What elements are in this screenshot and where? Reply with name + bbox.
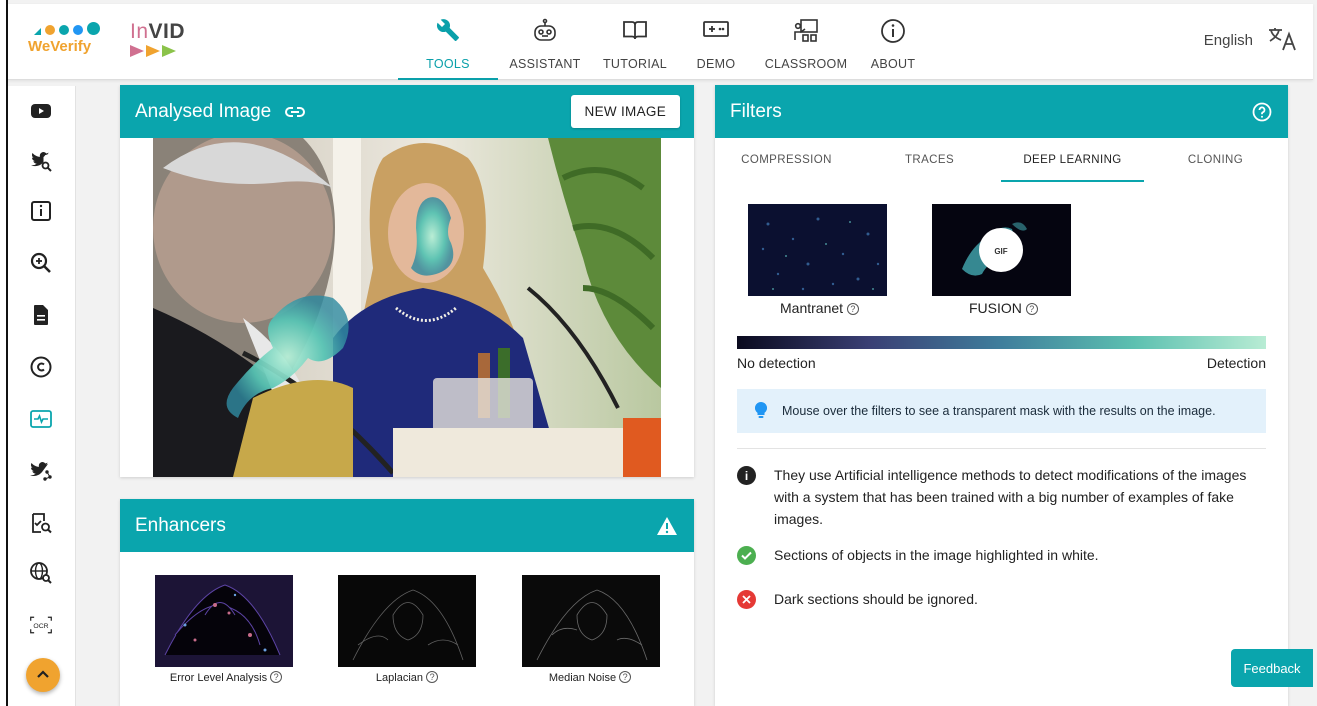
new-image-button[interactable]: NEW IMAGE <box>570 95 680 128</box>
robot-icon <box>531 18 559 50</box>
mantranet-label: Mantranet ? <box>780 300 859 316</box>
twitter-network-icon[interactable] <box>28 458 54 484</box>
filters-panel: Filters COMPRESSION TRACES DEEP LEARNING… <box>715 85 1288 706</box>
language-selector[interactable]: English <box>1204 32 1253 49</box>
invid-logo[interactable]: InVID <box>130 20 185 57</box>
info-row-error: Dark sections should be ignored. <box>737 588 1247 610</box>
help-icon[interactable]: ? <box>846 303 859 315</box>
divider <box>737 448 1266 449</box>
verify-search-icon[interactable] <box>28 510 54 536</box>
main-nav: TOOLS ASSISTANT TUTORIAL DEMO CLASSROOM <box>398 4 928 80</box>
wrench-icon <box>436 18 460 48</box>
info-box-icon[interactable] <box>28 198 54 224</box>
detection-label: Detection <box>1206 355 1266 371</box>
tab-demo-label: DEMO <box>696 57 736 71</box>
tab-tutorial[interactable]: TUTORIAL <box>592 4 678 80</box>
analysed-image-title: Analysed Image <box>135 100 272 122</box>
hint-text: Mouse over the filters to see a transpar… <box>782 404 1216 418</box>
check-circle-icon <box>737 546 756 565</box>
ocr-icon[interactable]: OCR <box>28 612 54 638</box>
tab-demo[interactable]: DEMO <box>678 4 754 80</box>
svg-text:OCR: OCR <box>33 623 48 630</box>
no-detection-label: No detection <box>737 355 816 371</box>
analysed-image-header: Analysed Image NEW IMAGE <box>120 85 694 138</box>
magnifier-icon[interactable] <box>28 250 54 276</box>
twitter-search-icon[interactable] <box>28 148 54 174</box>
analysed-image-panel: Analysed Image NEW IMAGE <box>120 85 694 477</box>
fusion-label: FUSION ? <box>969 300 1038 316</box>
book-icon <box>622 18 648 48</box>
help-icon[interactable]: ? <box>426 671 439 683</box>
info-circle-icon: i <box>737 466 756 485</box>
chevron-up-icon <box>36 666 50 684</box>
tool-rail: OCR <box>8 86 76 706</box>
tab-compression[interactable]: COMPRESSION <box>715 138 858 182</box>
tab-classroom[interactable]: CLASSROOM <box>754 4 858 80</box>
median-noise-thumbnail[interactable] <box>522 575 660 667</box>
tab-assistant[interactable]: ASSISTANT <box>498 4 592 80</box>
help-icon[interactable]: ? <box>619 671 632 683</box>
warning-icon[interactable] <box>656 516 678 536</box>
weverify-dots <box>34 22 108 35</box>
filters-header: Filters <box>715 85 1288 138</box>
scroll-top-button[interactable] <box>26 658 60 692</box>
enhancers-panel: Enhancers Error Level Analysis ? Laplaci… <box>120 499 694 706</box>
error-circle-icon <box>737 590 756 609</box>
fusion-thumbnail[interactable]: GIF <box>932 204 1071 296</box>
ela-label: Error Level Analysis ? <box>146 671 306 684</box>
feedback-button[interactable]: Feedback <box>1231 649 1313 687</box>
gif-badge: GIF <box>994 247 1007 256</box>
info-row-description: i They use Artificial intelligence metho… <box>737 464 1247 530</box>
enhancers-title: Enhancers <box>135 514 226 536</box>
tab-about-label: ABOUT <box>870 57 916 71</box>
hint-banner: Mouse over the filters to see a transpar… <box>737 389 1266 433</box>
analysed-photo <box>153 138 661 477</box>
invid-arrows <box>130 45 185 57</box>
info-row-ok: Sections of objects in the image highlig… <box>737 544 1247 566</box>
ela-thumbnail[interactable] <box>155 575 293 667</box>
tab-about[interactable]: ABOUT <box>858 4 928 80</box>
help-icon[interactable]: ? <box>1025 303 1038 315</box>
document-icon[interactable] <box>28 302 54 328</box>
tab-assistant-label: ASSISTANT <box>509 57 581 71</box>
laplacian-label: Laplacian ? <box>327 671 487 684</box>
tab-tutorial-label: TUTORIAL <box>603 57 667 71</box>
error-text: Dark sections should be ignored. <box>774 591 978 607</box>
tab-tools[interactable]: TOOLS <box>398 4 498 80</box>
mantranet-thumbnail[interactable] <box>748 204 887 296</box>
translate-icon[interactable] <box>1267 26 1297 59</box>
tab-traces[interactable]: TRACES <box>858 138 1001 182</box>
enhancers-header: Enhancers <box>120 499 694 552</box>
help-icon[interactable]: ? <box>270 671 283 683</box>
detection-scale <box>737 336 1266 349</box>
weverify-wordmark: WeVerify <box>28 38 92 55</box>
median-noise-label: Median Noise ? <box>510 671 670 684</box>
help-circle-icon[interactable] <box>1252 102 1272 122</box>
waveform-icon[interactable] <box>28 406 54 432</box>
laplacian-thumbnail[interactable] <box>338 575 476 667</box>
link-icon[interactable] <box>285 106 306 118</box>
invid-wordmark: InVID <box>130 20 186 43</box>
gamepad-icon <box>702 18 730 46</box>
lightbulb-icon <box>754 401 768 422</box>
tab-cloning[interactable]: CLONING <box>1144 138 1287 182</box>
tab-deep-learning[interactable]: DEEP LEARNING <box>1001 138 1144 182</box>
copyright-icon[interactable] <box>28 354 54 380</box>
ok-text: Sections of objects in the image highlig… <box>774 547 1099 563</box>
info-icon <box>880 18 906 50</box>
tab-classroom-label: CLASSROOM <box>764 57 848 71</box>
video-icon[interactable] <box>28 98 54 124</box>
top-app-bar: WeVerify InVID TOOLS ASSISTANT TUTORIAL <box>8 4 1313 80</box>
globe-search-icon[interactable] <box>28 560 54 586</box>
filters-title: Filters <box>730 100 782 122</box>
classroom-icon <box>793 18 819 50</box>
tab-tools-label: TOOLS <box>426 57 470 71</box>
weverify-logo[interactable]: WeVerify <box>28 22 108 66</box>
window-edge <box>0 0 8 706</box>
filter-tabs: COMPRESSION TRACES DEEP LEARNING CLONING <box>715 138 1288 182</box>
info-text: They use Artificial intelligence methods… <box>774 467 1247 527</box>
